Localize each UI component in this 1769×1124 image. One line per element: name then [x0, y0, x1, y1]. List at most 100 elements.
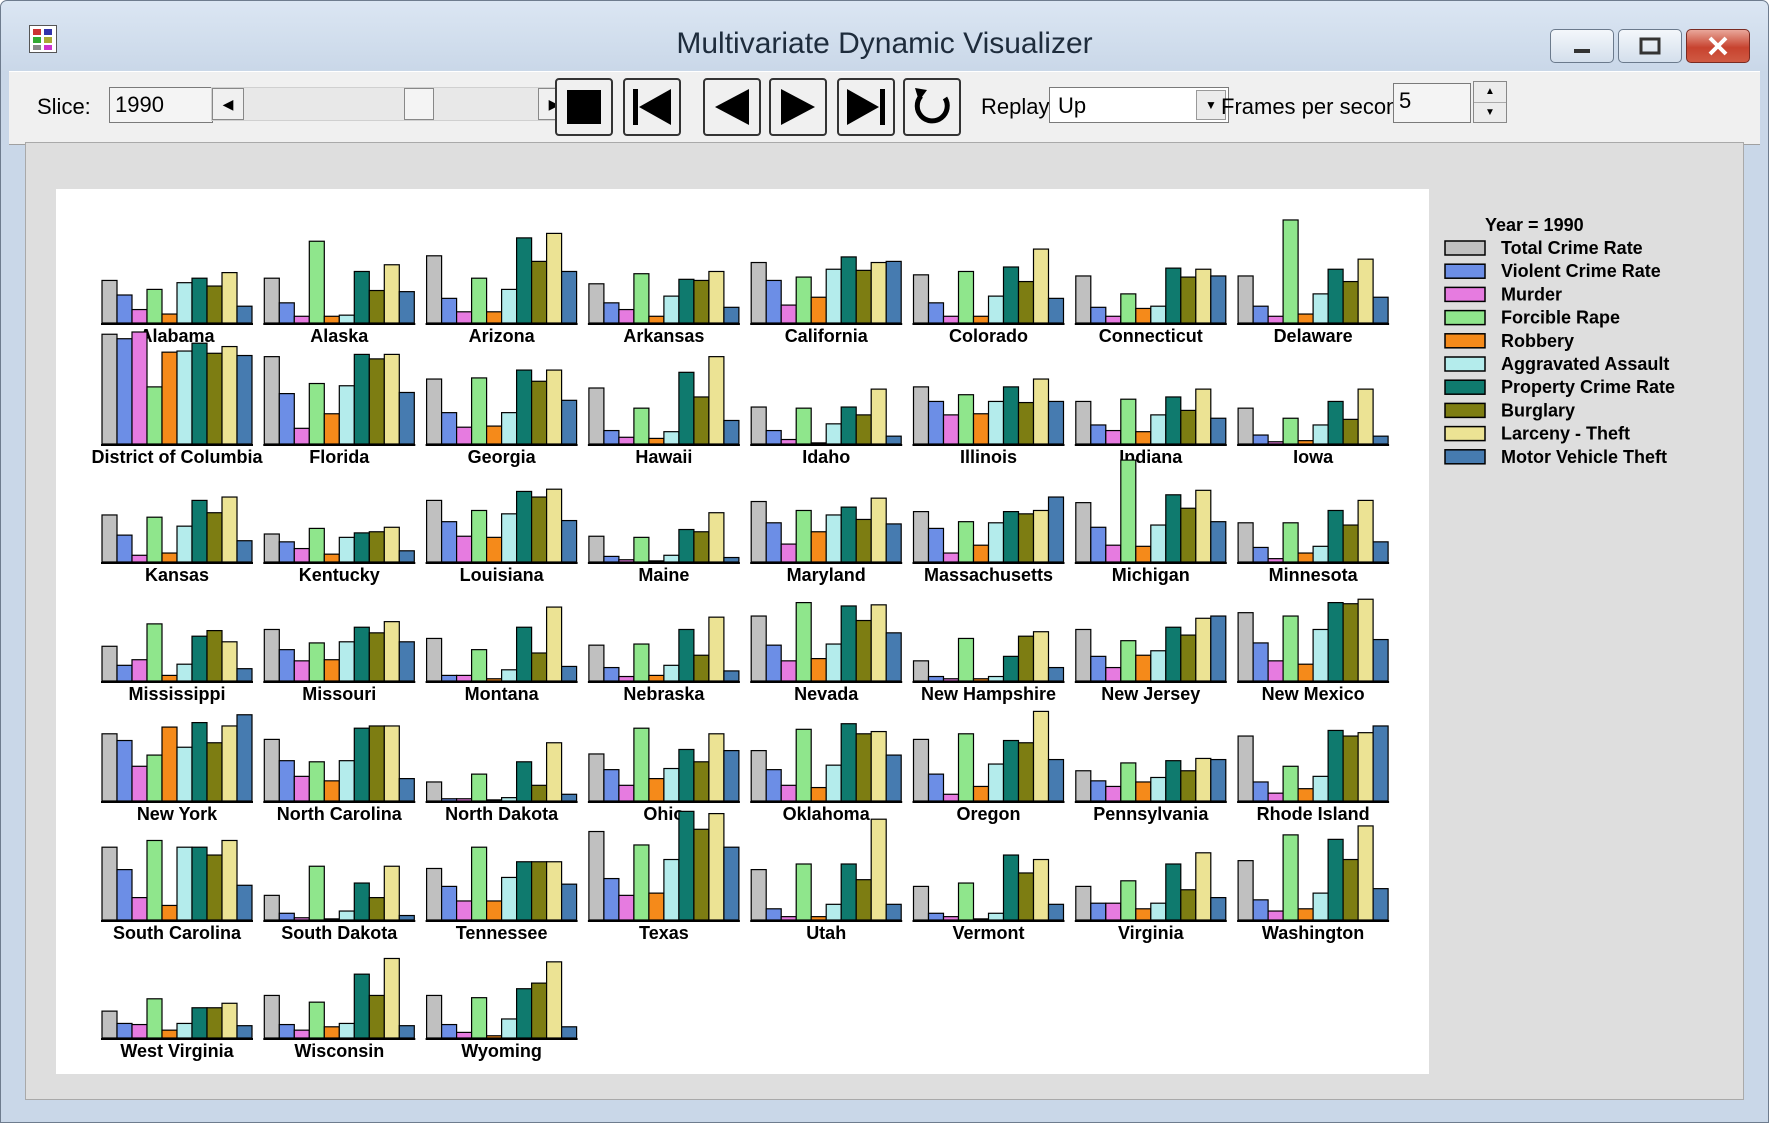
bar: [1120, 880, 1137, 921]
bar: [603, 429, 620, 445]
bar: [927, 527, 945, 563]
bar: [338, 1022, 355, 1039]
bar: [515, 988, 533, 1039]
bar: [765, 644, 782, 682]
bar: [353, 353, 370, 445]
bar: [1252, 781, 1269, 802]
bar: [146, 754, 163, 802]
bar: [723, 306, 740, 324]
bar: [515, 369, 533, 445]
bar: [486, 799, 503, 802]
bar: [368, 531, 385, 563]
state-chart: District of Columbia: [91, 331, 263, 467]
bar: [456, 426, 473, 445]
bar: [1312, 628, 1329, 682]
bar: [1017, 872, 1035, 921]
state-chart: Illinois: [912, 378, 1065, 467]
bar: [545, 606, 563, 682]
bar: [810, 442, 827, 445]
bar: [723, 419, 740, 445]
state-chart: New Jersey: [1074, 615, 1227, 704]
state-label: Arizona: [469, 326, 536, 346]
bar: [398, 914, 415, 921]
bar: [323, 659, 340, 682]
bar: [603, 666, 620, 682]
bar: [708, 512, 725, 563]
bar: [795, 728, 812, 802]
legend-swatch: [1444, 240, 1486, 256]
bar: [927, 912, 945, 921]
bar: [1267, 660, 1284, 682]
bar: [1047, 297, 1065, 324]
bar: [603, 302, 620, 324]
bar: [603, 555, 620, 563]
state-label: Washington: [1262, 923, 1364, 943]
state-chart: Indiana: [1074, 388, 1227, 467]
bar: [972, 544, 990, 563]
state-label: Massachusetts: [924, 565, 1053, 585]
state-chart: Delaware: [1237, 219, 1390, 346]
bar: [912, 738, 930, 802]
bar: [1075, 628, 1092, 682]
bar: [840, 863, 857, 921]
state-chart: Massachusetts: [912, 496, 1065, 585]
state-chart: Mississippi: [101, 623, 253, 704]
bar: [146, 623, 163, 682]
bar: [1150, 902, 1167, 921]
bar: [131, 308, 148, 324]
bar: [338, 536, 355, 563]
state-chart: West Virginia: [101, 998, 253, 1061]
bar: [1002, 739, 1020, 802]
bar: [723, 670, 740, 682]
bar: [515, 761, 533, 802]
state-label: Kentucky: [299, 565, 380, 585]
bar: [1135, 307, 1152, 324]
bar: [486, 900, 503, 921]
bar: [972, 413, 990, 445]
bar: [1135, 781, 1152, 802]
bar: [176, 350, 193, 445]
bar: [131, 765, 148, 802]
bar: [368, 994, 385, 1039]
bar: [471, 649, 488, 682]
bar: [795, 276, 812, 324]
state-chart: Texas: [587, 810, 740, 943]
bar: [1135, 431, 1152, 445]
state-chart: Montana: [425, 606, 578, 704]
state-chart: Virginia: [1074, 852, 1227, 943]
bar: [323, 780, 340, 802]
state-chart: Florida: [263, 353, 416, 467]
bar: [1165, 760, 1182, 802]
bar: [987, 400, 1005, 445]
bar: [308, 642, 325, 682]
bar: [501, 513, 518, 563]
bar: [560, 793, 578, 802]
bar: [795, 509, 812, 563]
state-label: Oregon: [956, 804, 1020, 824]
bar: [1297, 788, 1314, 802]
bar: [1237, 407, 1254, 445]
bar: [825, 423, 842, 445]
bar: [885, 523, 902, 563]
bar: [870, 388, 887, 445]
bar: [1327, 509, 1344, 563]
bar: [338, 641, 355, 682]
bar: [957, 270, 975, 324]
bar: [398, 777, 415, 802]
bar: [957, 394, 975, 445]
bar: [206, 512, 223, 563]
state-label: Oklahoma: [783, 804, 871, 824]
state-label: Delaware: [1274, 326, 1353, 346]
bar: [870, 730, 887, 802]
bar: [1267, 792, 1284, 802]
bar: [398, 391, 415, 445]
bar: [293, 917, 310, 921]
bar: [471, 377, 488, 445]
state-label: North Dakota: [445, 804, 559, 824]
state-label: New York: [137, 804, 218, 824]
bar: [1090, 655, 1107, 682]
bar: [693, 761, 710, 802]
bar: [987, 295, 1005, 324]
bar: [515, 626, 533, 682]
bar: [191, 277, 208, 324]
